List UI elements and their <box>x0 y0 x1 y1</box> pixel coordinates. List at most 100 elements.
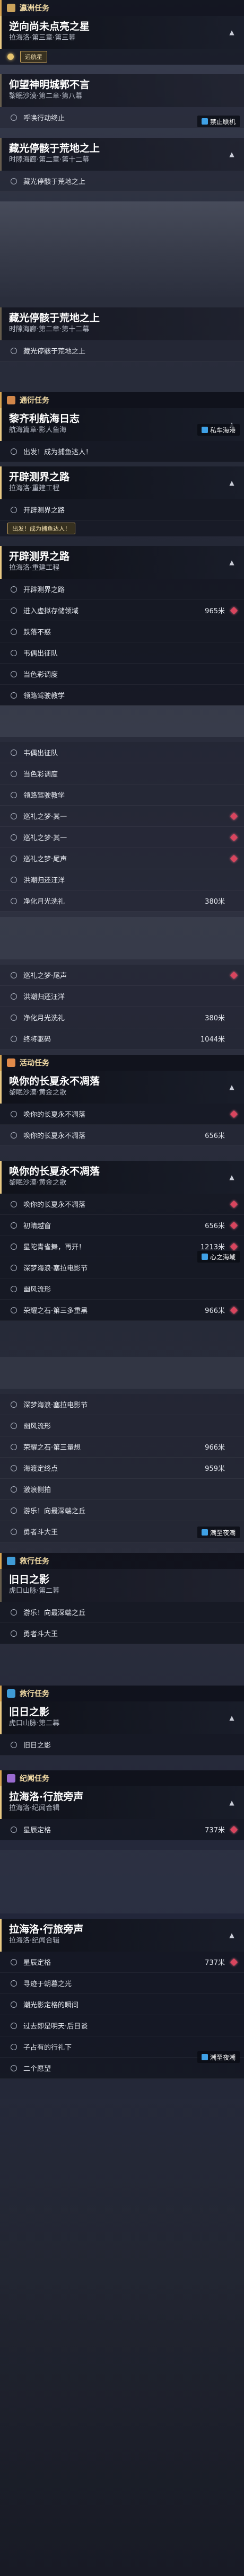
category-header[interactable]: 救行任务 <box>0 1686 244 1701</box>
chevron-up-icon[interactable]: ▲ <box>227 558 237 567</box>
quest-badge: 出发！成为捕鱼达人！ <box>7 523 75 534</box>
step-status-icon <box>11 791 17 798</box>
quest-step[interactable]: 净化月光洗礼 380米 <box>0 1007 244 1028</box>
quest-step[interactable]: 开辟测界之路 <box>0 579 244 600</box>
map-marker-icon <box>230 1221 238 1229</box>
quest-step[interactable]: 荣耀之石·第三多重黑 966米 <box>0 1300 244 1321</box>
chevron-up-icon[interactable]: ▲ <box>227 149 237 159</box>
step-label: 游乐！向最深端之丘 <box>23 1609 86 1617</box>
quest-entry-header[interactable]: 仰望神明城郭不言 黎眠沙漠·第二章·第八幕 <box>0 74 244 107</box>
category-header[interactable]: 救行任务 <box>0 1553 244 1569</box>
category-header[interactable]: 活动任务 <box>0 1055 244 1071</box>
quest-step[interactable]: 初晴越窗 656米 <box>0 1215 244 1236</box>
quest-title: 黎齐利航海日志 <box>9 413 80 425</box>
quest-step[interactable]: 终将驱码 1044米 <box>0 1028 244 1049</box>
quest-category-section: 纪闻任务 拉海洛·行旅旁声 拉海洛·纪闻合辑 ▲ 星辰定格 737米 <box>0 1770 244 1840</box>
quest-title: 藏光停骸于荒地之上 <box>9 143 100 154</box>
category-header[interactable]: 通衍任务 <box>0 392 244 408</box>
quest-step[interactable]: 寻迹于朝暮之光 <box>0 1973 244 1994</box>
quest-step[interactable]: 深梦海浪·塞拉电影节 <box>0 1394 244 1415</box>
quest-entry-header[interactable]: 拉海洛·行旅旁声 拉海洛·纪闻合辑 ▲ <box>0 1786 244 1819</box>
quest-step[interactable]: 唤你的长夏永不凋落 656米 <box>0 1125 244 1146</box>
category-icon <box>7 1557 15 1565</box>
quest-step[interactable]: 过去即是明天·后日谈 <box>0 2015 244 2036</box>
step-status-icon <box>11 178 17 184</box>
quest-step[interactable]: 幽风流形 <box>0 1278 244 1300</box>
map-marker-icon <box>230 1110 238 1118</box>
quest-entry-header[interactable]: 藏光停骸于荒地之上 时隙海廊·第二章·第十二幕 <box>0 307 244 340</box>
quest-step[interactable]: 开辟测界之路 <box>0 499 244 521</box>
quest-step[interactable]: 跌落不惑 <box>0 621 244 642</box>
step-label: 勇者斗大王 <box>23 1529 58 1537</box>
step-distance: 965米 <box>205 607 225 615</box>
quest-entry-header[interactable]: 唤你的长夏永不凋落 黎眠沙漠·黄金之歌 ▲ <box>0 1071 244 1104</box>
step-distance: 966米 <box>205 1444 225 1452</box>
quest-step[interactable]: 巡礼之梦·尾声 <box>0 965 244 986</box>
step-label: 开辟测界之路 <box>23 507 65 515</box>
quest-block: 拉海洛·行旅旁声 拉海洛·纪闻合辑 ▲ 星辰定格 737米 寻迹于朝暮之光 潮光影… <box>0 1919 244 2079</box>
chevron-up-icon[interactable]: ▲ <box>227 1713 237 1723</box>
chevron-up-icon[interactable]: ▲ <box>227 1798 237 1807</box>
chevron-up-icon[interactable]: ▲ <box>227 1082 237 1092</box>
quest-step[interactable]: 旧日之影 <box>0 1734 244 1755</box>
quest-step[interactable]: 当色彩调度 <box>0 763 244 784</box>
quest-step[interactable]: 进入虚拟存储领域 965米 <box>0 600 244 621</box>
chevron-up-icon[interactable]: ▲ <box>227 1172 237 1182</box>
quest-step[interactable]: 潮光影定格的瞬间 <box>0 1994 244 2015</box>
quest-step[interactable]: 海渡定终点 959米 <box>0 1458 244 1479</box>
quest-step[interactable]: 激浪侧拍 <box>0 1479 244 1500</box>
step-status-icon <box>11 749 17 756</box>
quest-step[interactable]: 洪潮归还汪洋 <box>0 869 244 890</box>
quest-step[interactable]: 巡礼之梦·其一 <box>0 827 244 848</box>
quest-step[interactable]: 星辰定格 737米 <box>0 1952 244 1973</box>
quest-entry-header[interactable]: 藏光停骸于荒地之上 时隙海廊·第二章·第十二幕 ▲ <box>0 138 244 171</box>
quest-step[interactable]: 藏光停骸于荒地之上 <box>0 340 244 361</box>
quest-step[interactable]: 游乐！向最深端之丘 <box>0 1500 244 1521</box>
quest-step[interactable]: 荣耀之石·第三量想 966米 <box>0 1436 244 1458</box>
quest-subtitle: 拉海洛·纪闻合辑 <box>9 1937 60 1945</box>
step-status-icon <box>11 1222 17 1229</box>
quest-step[interactable]: 巡礼之梦·其一 <box>0 806 244 827</box>
category-header[interactable]: 瀛洲任务 <box>0 0 244 16</box>
quest-subtitle: 拉海洛·纪闻合辑 <box>9 1804 60 1812</box>
quest-step[interactable]: 星辰定格 737米 <box>0 1819 244 1840</box>
quest-step[interactable]: 洪潮归还汪洋 <box>0 986 244 1007</box>
chevron-up-icon[interactable]: ▲ <box>227 478 237 488</box>
quest-entry-header[interactable]: 拉海洛·行旅旁声 拉海洛·纪闻合辑 ▲ <box>0 1919 244 1952</box>
map-marker-icon <box>230 1242 238 1250</box>
quest-entry-header[interactable]: 旧日之影 虎口山脉·第二幕 ▲ <box>0 1701 244 1734</box>
quest-step[interactable]: 巡礼之梦·尾声 <box>0 848 244 869</box>
quest-step[interactable]: 游乐！向最深端之丘 <box>0 1602 244 1623</box>
quest-step[interactable]: 幽风流形 <box>0 1415 244 1436</box>
step-status-icon <box>11 1741 17 1748</box>
quest-block: 唤你的长夏永不凋落 黎眠沙漠·黄金之歌 ▲ 唤你的长夏永不凋落 初晴越窗 656米… <box>0 1161 244 1321</box>
quest-step[interactable]: 韦偶出征队 <box>0 642 244 664</box>
step-label: 洪潮归还汪洋 <box>23 877 65 885</box>
quest-entry-header[interactable]: 旧日之影 虎口山脉·第二幕 <box>0 1569 244 1602</box>
quest-entry-header[interactable]: 唤你的长夏永不凋落 黎眠沙漠·黄金之歌 ▲ <box>0 1161 244 1194</box>
quest-step[interactable]: 领路驾驶教学 <box>0 685 244 706</box>
quest-step[interactable]: 韦偶出征队 <box>0 742 244 763</box>
chevron-up-icon[interactable]: ▲ <box>227 28 237 37</box>
quest-step[interactable]: 藏光停骸于荒地之上 <box>0 171 244 192</box>
quest-step[interactable]: 领路驾驶教学 <box>0 784 244 806</box>
quest-step[interactable]: 出发！成为捕鱼达人！ <box>0 441 244 462</box>
quest-step-list: 巡礼之梦·尾声 洪潮归还汪洋 净化月光洗礼 380米 终将驱码 1044米 <box>0 965 244 1049</box>
quest-step[interactable]: 唤你的长夏永不凋落 <box>0 1104 244 1125</box>
quest-entry-header[interactable]: 开辟测界之路 拉海洛·重建工程 ▲ <box>0 466 244 499</box>
quest-step[interactable]: 勇者斗大王 <box>0 1623 244 1644</box>
quest-step[interactable]: 唤你的长夏永不凋落 <box>0 1194 244 1215</box>
watermark-label: 潮至夜潮 <box>210 2053 236 2061</box>
category-header[interactable]: 纪闻任务 <box>0 1770 244 1786</box>
step-status-icon <box>11 1422 17 1429</box>
quest-title: 拉海洛·行旅旁声 <box>9 1924 84 1935</box>
quest-entry-header[interactable]: 开辟测界之路 拉海洛·重建工程 ▲ <box>0 546 244 579</box>
quest-entry-header[interactable]: 逆向尚未点亮之星 拉海洛·第三章·第三幕 ▲ <box>0 16 244 49</box>
step-label: 激浪侧拍 <box>23 1486 51 1494</box>
quest-step[interactable]: 净化月光洗礼 380米 <box>0 890 244 912</box>
quest-step[interactable]: 当色彩调度 <box>0 664 244 685</box>
step-distance: 656米 <box>205 1132 225 1140</box>
background-art <box>0 917 244 959</box>
chevron-up-icon[interactable]: ▲ <box>227 1930 237 1940</box>
step-label: 领路驾驶教学 <box>23 792 65 800</box>
